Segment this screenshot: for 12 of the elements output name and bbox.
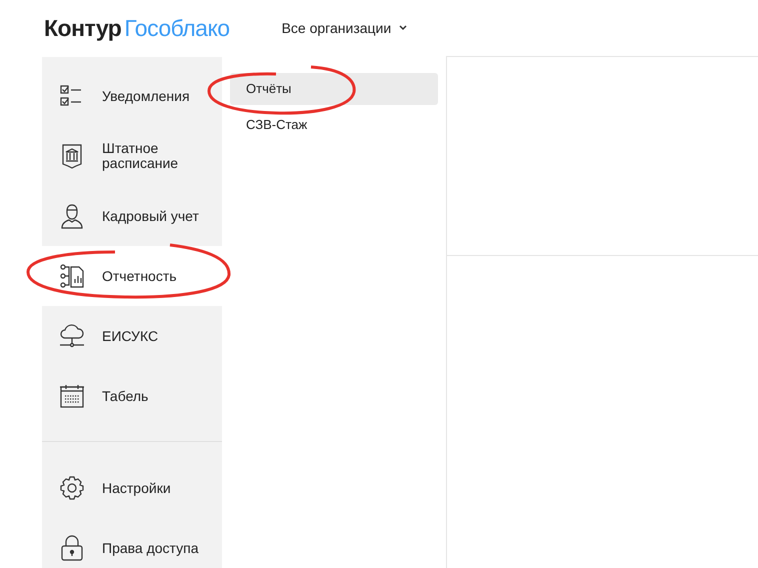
sidebar-item[interactable]: Отчетность — [42, 246, 222, 306]
chevron-down-icon — [399, 25, 408, 31]
submenu-item[interactable]: СЗВ-Стаж — [230, 109, 438, 141]
lock-icon — [59, 535, 85, 561]
settings-icon — [59, 475, 85, 501]
organization-dropdown[interactable]: Все организации — [282, 18, 408, 38]
person-icon — [59, 203, 85, 229]
calendar-icon — [59, 383, 85, 409]
submenu-item[interactable]: Отчёты — [230, 73, 438, 105]
cloud-network-icon — [59, 323, 85, 349]
report-icon — [59, 263, 85, 289]
logo[interactable]: Контур Гособлако — [44, 10, 230, 46]
